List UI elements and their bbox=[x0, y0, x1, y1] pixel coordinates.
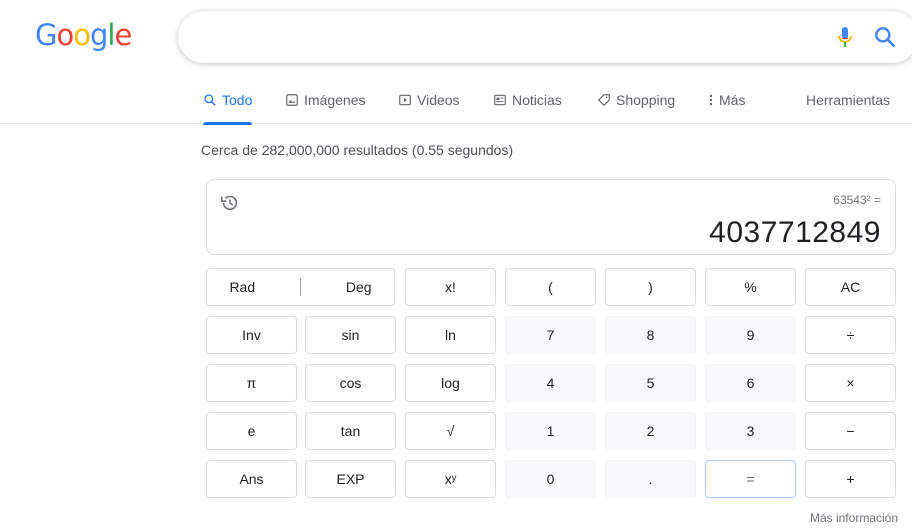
tag-icon bbox=[597, 94, 610, 107]
exp-button[interactable]: EXP bbox=[305, 460, 396, 498]
cos-button[interactable]: cos bbox=[305, 364, 396, 402]
subtract-button[interactable]: − bbox=[805, 412, 896, 450]
percent-button[interactable]: % bbox=[705, 268, 796, 306]
logo-letter: l bbox=[107, 18, 115, 52]
news-icon bbox=[494, 94, 506, 106]
search-icon[interactable] bbox=[872, 24, 898, 50]
tab-imagenes[interactable]: Imágenes bbox=[285, 92, 365, 108]
history-icon[interactable] bbox=[219, 192, 241, 214]
left-paren-button[interactable]: ( bbox=[505, 268, 596, 306]
microphone-icon[interactable] bbox=[833, 25, 857, 49]
digit-4-button[interactable]: 4 bbox=[505, 364, 596, 402]
tab-label: Más bbox=[719, 92, 746, 108]
tab-noticias[interactable]: Noticias bbox=[493, 92, 562, 108]
ans-button[interactable]: Ans bbox=[206, 460, 297, 498]
digit-2-button[interactable]: 2 bbox=[605, 412, 696, 450]
power-button[interactable]: xʸ bbox=[405, 460, 496, 498]
divide-button[interactable]: ÷ bbox=[805, 316, 896, 354]
image-icon bbox=[286, 94, 298, 106]
tan-button[interactable]: tan bbox=[305, 412, 396, 450]
digit-9-button[interactable]: 9 bbox=[705, 316, 796, 354]
digit-5-button[interactable]: 5 bbox=[605, 364, 696, 402]
search-bar bbox=[178, 11, 912, 63]
digit-8-button[interactable]: 8 bbox=[605, 316, 696, 354]
divider bbox=[300, 278, 301, 296]
logo-letter: e bbox=[114, 18, 132, 52]
tab-todo[interactable]: Todo bbox=[203, 92, 253, 125]
search-icon bbox=[204, 94, 216, 106]
calculator: 63543² = 4037712849 Rad Deg x! ( ) % AC … bbox=[206, 179, 896, 498]
tab-mas[interactable]: Más bbox=[708, 92, 745, 108]
multiply-button[interactable]: × bbox=[805, 364, 896, 402]
tab-label: Videos bbox=[417, 92, 460, 108]
tools-button[interactable]: Herramientas bbox=[806, 92, 890, 108]
digit-3-button[interactable]: 3 bbox=[705, 412, 796, 450]
clear-button[interactable]: AC bbox=[805, 268, 896, 306]
digit-1-button[interactable]: 1 bbox=[505, 412, 596, 450]
digit-7-button[interactable]: 7 bbox=[505, 316, 596, 354]
logo-letter: o bbox=[73, 18, 91, 52]
rad-deg-toggle[interactable]: Rad Deg bbox=[206, 268, 395, 306]
logo-letter: g bbox=[89, 18, 108, 52]
inverse-button[interactable]: Inv bbox=[206, 316, 297, 354]
tab-label: Noticias bbox=[512, 92, 562, 108]
tab-label: Todo bbox=[222, 92, 253, 108]
right-paren-button[interactable]: ) bbox=[605, 268, 696, 306]
logo-letter: o bbox=[56, 18, 74, 52]
sin-button[interactable]: sin bbox=[305, 316, 396, 354]
deg-button[interactable]: Deg bbox=[346, 279, 372, 295]
search-tabs: Todo Imágenes Videos Noticias Shopping M… bbox=[0, 82, 912, 125]
factorial-button[interactable]: x! bbox=[405, 268, 496, 306]
logo-letter: G bbox=[35, 18, 58, 52]
calculator-result: 4037712849 bbox=[709, 216, 881, 249]
decimal-button[interactable]: . bbox=[605, 460, 696, 498]
tab-shopping[interactable]: Shopping bbox=[597, 92, 675, 108]
digit-6-button[interactable]: 6 bbox=[705, 364, 796, 402]
more-vert-icon bbox=[709, 94, 713, 106]
e-button[interactable]: e bbox=[206, 412, 297, 450]
add-button[interactable]: + bbox=[805, 460, 896, 498]
video-icon bbox=[399, 94, 411, 106]
search-input[interactable] bbox=[198, 23, 798, 51]
more-info-link[interactable]: Más información bbox=[810, 511, 898, 525]
google-logo[interactable]: Google bbox=[35, 18, 132, 52]
digit-0-button[interactable]: 0 bbox=[505, 460, 596, 498]
tab-label: Shopping bbox=[616, 92, 676, 108]
calculator-expression: 63543² = bbox=[833, 193, 881, 207]
sqrt-button[interactable]: √ bbox=[405, 412, 496, 450]
calculator-display: 63543² = 4037712849 bbox=[206, 179, 896, 255]
equals-button[interactable]: = bbox=[705, 460, 796, 498]
tab-label: Imágenes bbox=[304, 92, 366, 108]
tab-videos[interactable]: Videos bbox=[398, 92, 460, 108]
pi-button[interactable]: π bbox=[206, 364, 297, 402]
log-button[interactable]: log bbox=[405, 364, 496, 402]
result-stats: Cerca de 282,000,000 resultados (0.55 se… bbox=[201, 142, 514, 158]
ln-button[interactable]: ln bbox=[405, 316, 496, 354]
rad-button[interactable]: Rad bbox=[229, 279, 255, 295]
